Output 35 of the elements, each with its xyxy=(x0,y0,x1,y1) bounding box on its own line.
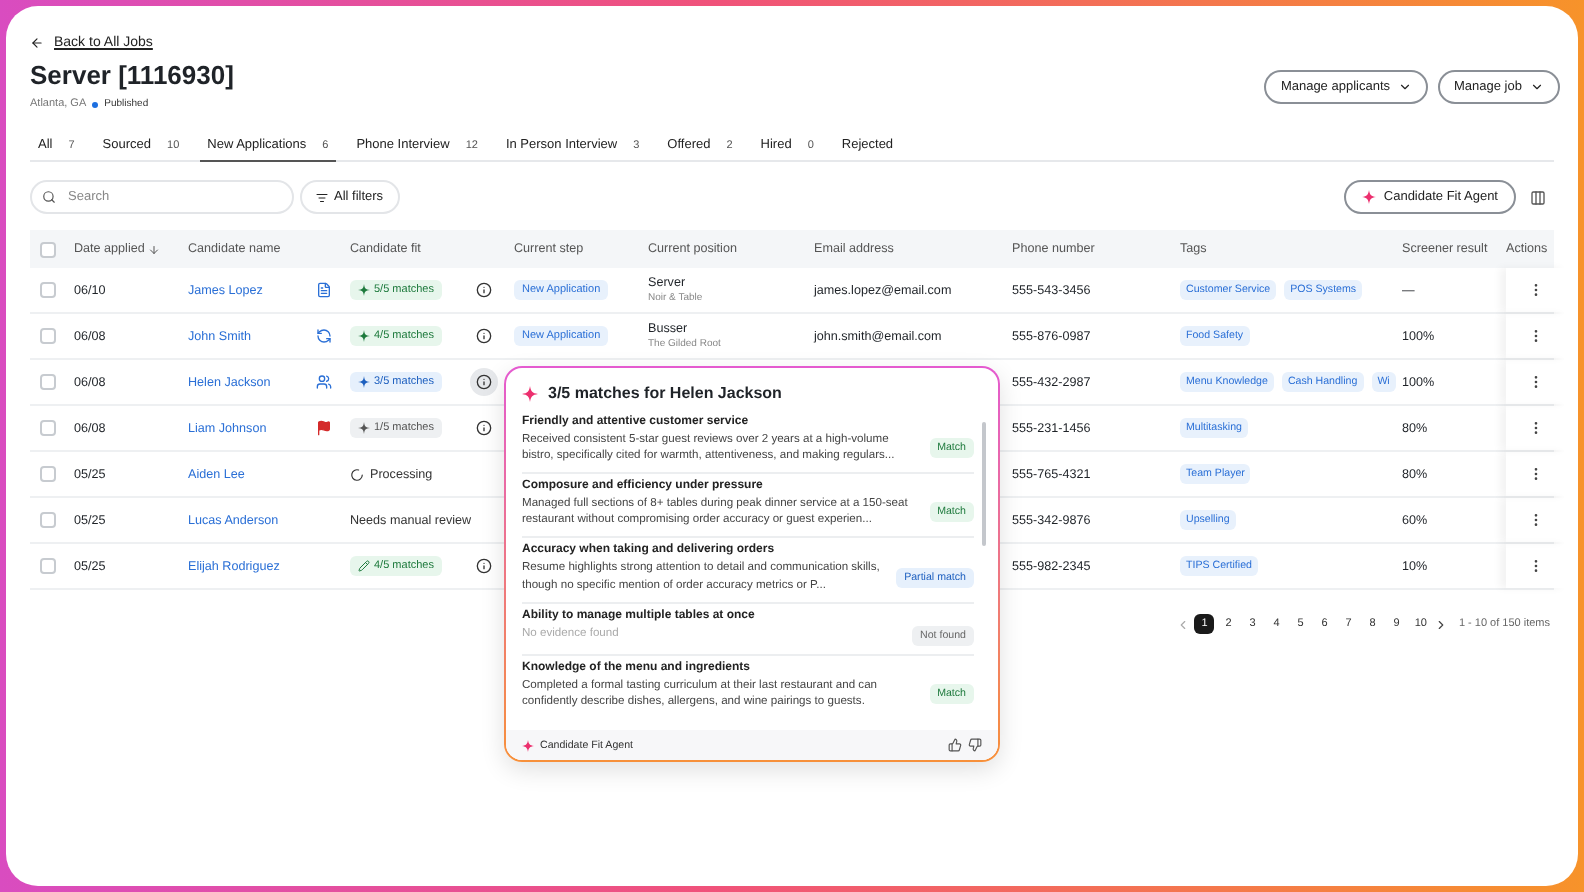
info-button[interactable] xyxy=(470,368,498,396)
sparkle-icon xyxy=(358,422,370,434)
checkbox[interactable] xyxy=(40,420,56,436)
checkbox[interactable] xyxy=(40,512,56,528)
scrollbar[interactable] xyxy=(982,422,986,546)
next-icon[interactable] xyxy=(1434,617,1449,631)
job-title: Server [1116930] xyxy=(30,60,234,90)
checkbox[interactable] xyxy=(40,328,56,344)
sparkle-icon xyxy=(1361,190,1376,204)
people-icon xyxy=(316,374,332,390)
sort-arrow-icon[interactable] xyxy=(148,243,161,255)
search-icon xyxy=(42,190,56,204)
checkbox[interactable] xyxy=(40,374,56,390)
sparkle-icon xyxy=(522,385,538,401)
checkbox[interactable] xyxy=(40,466,56,482)
sparkle-icon xyxy=(358,376,370,388)
thumbs-up-icon[interactable] xyxy=(948,738,962,752)
spinner-icon xyxy=(350,467,364,481)
refresh-icon xyxy=(316,328,332,344)
chevron-down-icon xyxy=(1530,80,1544,94)
checkbox[interactable] xyxy=(40,241,56,257)
document-icon xyxy=(316,282,332,298)
arrow-left-icon xyxy=(30,36,44,50)
pencil-icon xyxy=(358,560,370,572)
sparkle-icon xyxy=(358,284,370,296)
chevron-down-icon xyxy=(1398,80,1413,94)
filter-icon xyxy=(316,191,328,203)
status-dot xyxy=(92,101,99,107)
flag-icon xyxy=(316,420,332,436)
checkbox[interactable] xyxy=(40,282,56,298)
thumbs-down-icon[interactable] xyxy=(968,738,982,752)
checkbox[interactable] xyxy=(40,558,56,574)
popover-title: 3/5 matches for Helen Jackson xyxy=(548,384,782,402)
sparkle-icon xyxy=(522,739,534,751)
sparkle-icon xyxy=(358,330,370,342)
